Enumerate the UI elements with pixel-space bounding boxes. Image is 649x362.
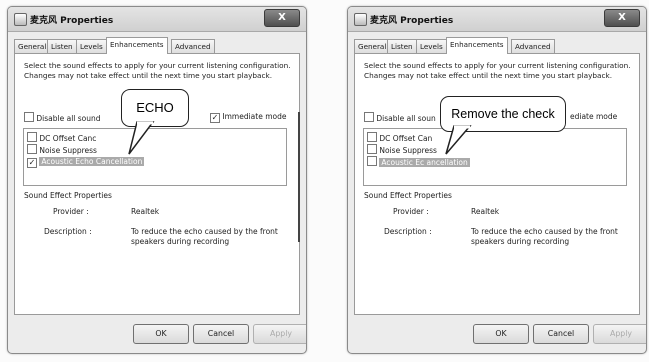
tab-strip: General Listen Levels Enhancements Advan… [14, 37, 300, 54]
apply-button[interactable]: Apply [253, 324, 306, 344]
tab-advanced[interactable]: Advanced [171, 39, 215, 53]
tab-general[interactable]: General [14, 39, 51, 53]
ok-button[interactable]: OK [473, 324, 529, 344]
instructions-text: Select the sound effects to apply for yo… [364, 61, 631, 80]
properties-heading: Sound Effect Properties [364, 191, 452, 200]
window-title: 麦克风 Properties [370, 16, 454, 26]
checkbox-icon [367, 132, 377, 142]
provider-label: Provider : [53, 207, 89, 216]
instructions-text: Select the sound effects to apply for yo… [24, 61, 291, 80]
disable-all-checkbox[interactable]: Disable all soun [364, 112, 436, 123]
checkbox-icon [367, 156, 377, 166]
effect-label: Noise Suppress [379, 146, 437, 155]
description-value: To reduce the echo caused by the front s… [131, 227, 278, 246]
effect-label: DC Offset Can [379, 134, 433, 143]
properties-window-right: 麦克风 Properties X General Listen Levels E… [347, 6, 647, 354]
checkmark-icon: ✓ [27, 158, 37, 168]
checkbox-icon [27, 144, 37, 154]
provider-label: Provider : [393, 207, 429, 216]
checkbox-icon [364, 112, 374, 122]
tab-enhancements[interactable]: Enhancements [106, 37, 168, 54]
description-label: Description : [44, 227, 92, 236]
list-item[interactable]: Noise Suppress [27, 144, 97, 155]
effects-list: DC Offset Can Noise Suppress Acoustic Ec… [363, 128, 627, 186]
tab-general[interactable]: General [354, 39, 391, 53]
provider-value: Realtek [131, 207, 160, 216]
tab-listen[interactable]: Listen [387, 39, 417, 53]
list-item[interactable]: DC Offset Can [367, 132, 432, 143]
title-bar[interactable]: 麦克风 Properties X [8, 7, 306, 32]
properties-window-left: 麦克风 Properties X General Listen Levels E… [7, 6, 307, 354]
scroll-divider [298, 112, 300, 242]
tab-levels[interactable]: Levels [76, 39, 107, 53]
properties-heading: Sound Effect Properties [24, 191, 112, 200]
window-title: 麦克风 Properties [30, 16, 114, 26]
close-button[interactable]: X [604, 9, 640, 27]
disable-all-label: Disable all sound [36, 114, 101, 123]
ok-button[interactable]: OK [133, 324, 189, 344]
title-bar[interactable]: 麦克风 Properties X [348, 7, 646, 32]
description-value: To reduce the echo caused by the front s… [471, 227, 618, 246]
effect-label: Noise Suppress [39, 146, 97, 155]
disable-all-label: Disable all soun [376, 114, 436, 123]
cancel-button[interactable]: Cancel [193, 324, 249, 344]
speaker-icon [14, 13, 27, 26]
apply-button[interactable]: Apply [593, 324, 646, 344]
effect-label: DC Offset Canc [39, 134, 97, 143]
disable-all-checkbox[interactable]: Disable all sound [24, 112, 101, 123]
tab-enhancements[interactable]: Enhancements [446, 37, 508, 54]
enhancements-panel: Select the sound effects to apply for yo… [354, 53, 640, 315]
speaker-icon [354, 13, 367, 26]
immediate-mode-label: Immediate mode [222, 112, 287, 121]
list-item[interactable]: Noise Suppress [367, 144, 437, 155]
callout-pointer [128, 121, 155, 155]
tab-levels[interactable]: Levels [416, 39, 447, 53]
immediate-mode-checkbox[interactable]: ✓ Immediate mode [210, 112, 286, 123]
checkbox-icon [24, 112, 34, 122]
immediate-mode-label: ediate mode [570, 112, 618, 121]
close-button[interactable]: X [264, 9, 300, 27]
list-item[interactable]: DC Offset Canc [27, 132, 96, 143]
cancel-button[interactable]: Cancel [533, 324, 589, 344]
tab-strip: General Listen Levels Enhancements Advan… [354, 37, 640, 54]
immediate-mode-checkbox[interactable]: ediate mode [570, 112, 617, 121]
provider-value: Realtek [471, 207, 500, 216]
checkmark-icon: ✓ [210, 113, 220, 123]
tab-listen[interactable]: Listen [47, 39, 77, 53]
description-label: Description : [384, 227, 432, 236]
checkbox-icon [367, 144, 377, 154]
checkbox-icon [27, 132, 37, 142]
tab-advanced[interactable]: Advanced [511, 39, 555, 53]
callout-pointer [445, 125, 472, 155]
